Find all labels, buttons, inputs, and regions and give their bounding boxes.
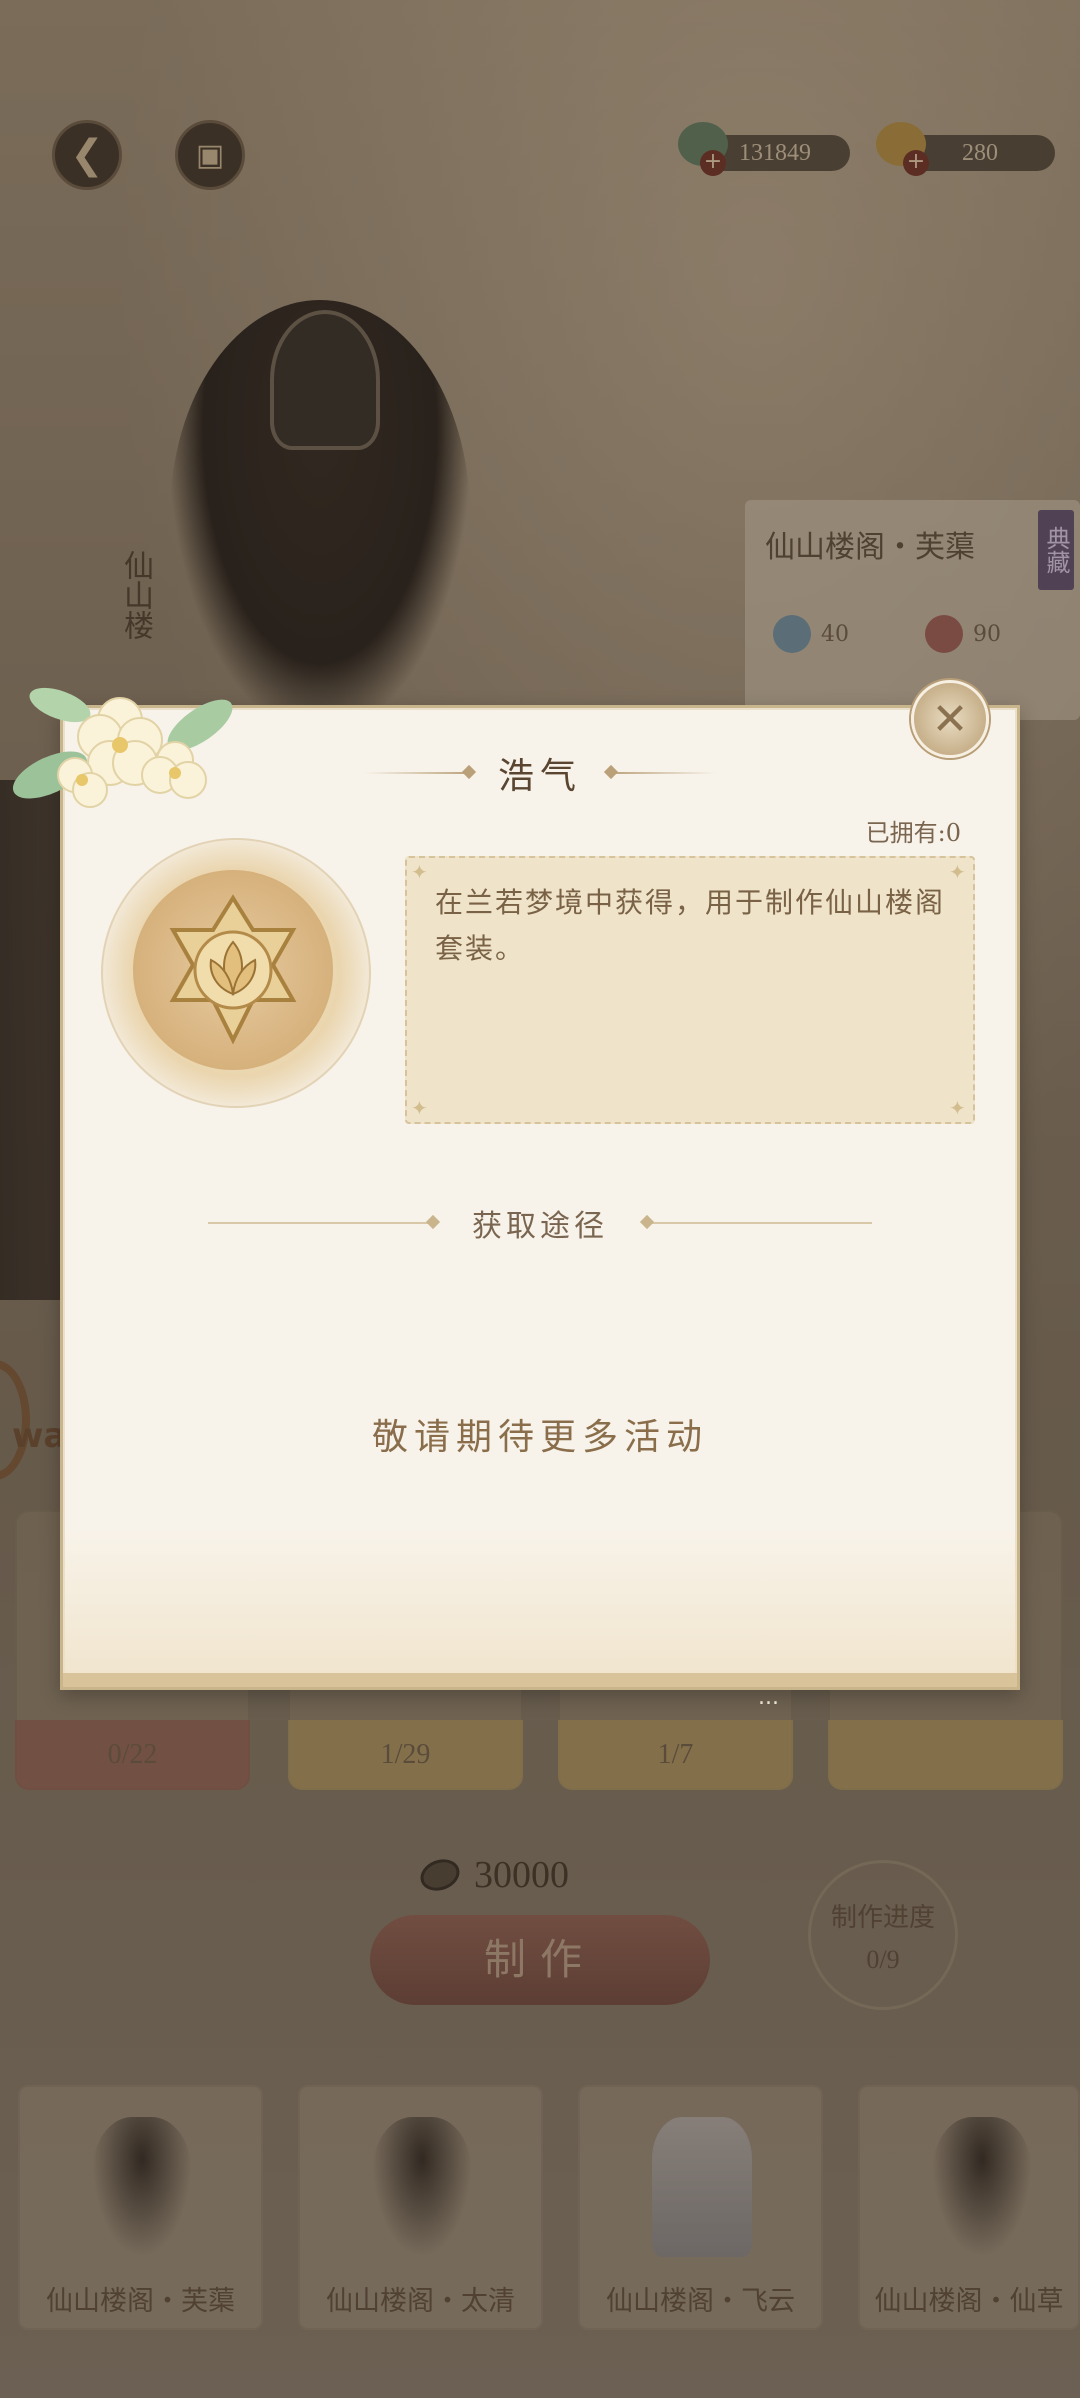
modal-bottom-decoration [63, 1527, 1017, 1687]
item-icon-frame [101, 838, 371, 1108]
section-ornament-right [642, 1222, 872, 1224]
acquisition-empty-text: 敬请期待更多活动 [371, 1417, 708, 1458]
item-description: 在兰若梦境中获得，用于制作仙山楼阁套装。 [435, 886, 946, 965]
acquisition-title: 获取途径 [472, 1209, 608, 1244]
corner-ornament-icon: ✦ [411, 1096, 428, 1120]
owned-count: 已拥有:0 [865, 819, 961, 847]
item-detail-modal: 浩气 ✕ 已拥有:0 ✦ ✦ ✦ ✦ 在兰若梦境中获得，用于制作仙山楼阁套装。 … [60, 680, 1020, 1690]
lotus-icon [169, 894, 297, 1045]
acquisition-header: 获取途径 [63, 1198, 1017, 1248]
corner-ornament-icon: ✦ [411, 860, 428, 884]
corner-ornament-icon: ✦ [949, 860, 966, 884]
item-description-box: ✦ ✦ ✦ ✦ 在兰若梦境中获得，用于制作仙山楼阁套装。 [405, 856, 975, 1124]
title-ornament-left [363, 772, 474, 774]
ellipsis-text: ... [758, 1685, 779, 1710]
flower-decoration-icon [12, 687, 233, 808]
corner-ornament-icon: ✦ [949, 1096, 966, 1120]
modal-title: 浩气 [497, 756, 582, 797]
lotus-medallion-icon [133, 870, 333, 1070]
close-icon: ✕ [931, 693, 969, 745]
close-button[interactable]: ✕ [911, 680, 989, 758]
title-ornament-right [606, 772, 716, 774]
section-ornament-left [208, 1222, 438, 1224]
